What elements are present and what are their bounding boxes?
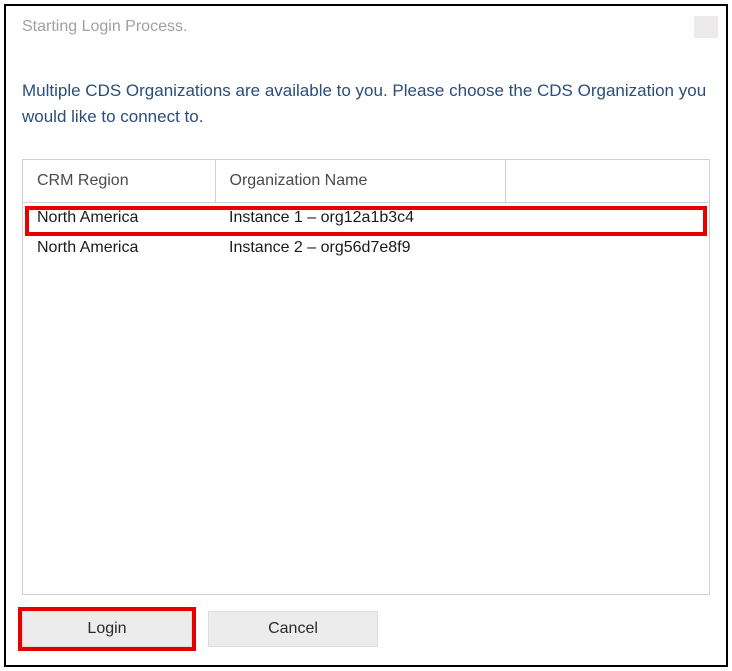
- close-button[interactable]: [694, 16, 718, 38]
- button-bar: Login Cancel: [6, 611, 726, 665]
- header-empty: [505, 160, 709, 203]
- organization-table-wrap: CRM Region Organization Name North Ameri…: [22, 159, 710, 595]
- header-org[interactable]: Organization Name: [215, 160, 505, 203]
- header-region[interactable]: CRM Region: [23, 160, 215, 203]
- table-header-row: CRM Region Organization Name: [23, 160, 709, 203]
- table-row[interactable]: North America Instance 1 – org12a1b3c4: [23, 203, 709, 233]
- instruction-text: Multiple CDS Organizations are available…: [22, 78, 710, 129]
- login-button[interactable]: Login: [22, 611, 192, 647]
- cell-org: Instance 2 – org56d7e8f9: [215, 233, 505, 263]
- table-row[interactable]: North America Instance 2 – org56d7e8f9: [23, 233, 709, 263]
- organization-table: CRM Region Organization Name North Ameri…: [23, 160, 709, 263]
- title-bar: Starting Login Process.: [6, 6, 726, 48]
- cell-region: North America: [23, 233, 215, 263]
- login-dialog: Starting Login Process. Multiple CDS Org…: [4, 4, 728, 667]
- cell-region: North America: [23, 203, 215, 233]
- window-title: Starting Login Process.: [22, 18, 187, 36]
- cell-org: Instance 1 – org12a1b3c4: [215, 203, 505, 233]
- dialog-content: Multiple CDS Organizations are available…: [6, 48, 726, 611]
- cancel-button[interactable]: Cancel: [208, 611, 378, 647]
